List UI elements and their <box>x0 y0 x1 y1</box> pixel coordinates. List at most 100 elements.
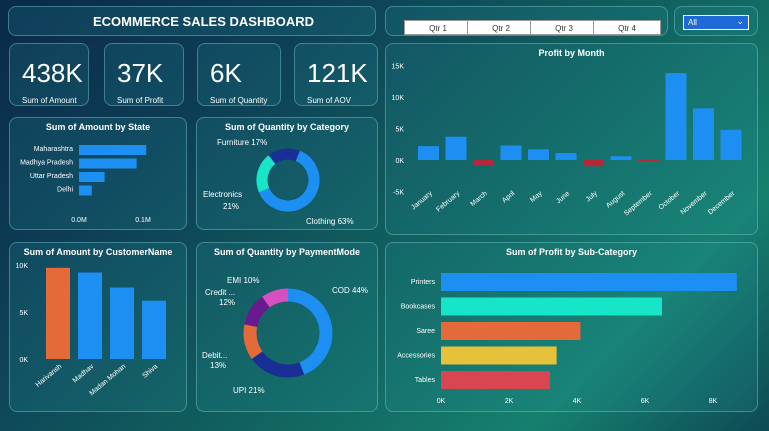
state-label-maharashtra: Maharashtra <box>34 146 73 153</box>
kpi-aov-value: 121K <box>307 58 368 88</box>
profit-by-month-chart: 15K 10K 5K 0K -5K January February March April Ma… <box>392 64 742 218</box>
kpi-amount-card: 438K Sum of Amount <box>9 43 89 106</box>
qtr1-button[interactable]: Qtr 1 <box>404 20 472 35</box>
chevron-down-icon: ⌄ <box>736 16 744 26</box>
kpi-quantity-value: 6K <box>210 58 242 88</box>
category-label-clothing: Clothing 63% <box>306 217 354 226</box>
month-bar-august <box>610 156 632 160</box>
kpi-amount-label: Sum of Amount <box>22 96 77 105</box>
state-bar-maharashtra <box>79 145 147 155</box>
month-ytick: -5K <box>393 190 404 197</box>
month-bar-july <box>583 160 604 167</box>
state-label-madhya-pradesh: Madhya Pradesh <box>20 160 73 167</box>
customer-label-shiva: Shiva <box>141 363 159 380</box>
subcategory-label-saree: Saree <box>416 328 435 335</box>
customer-bar-harivansh <box>46 267 70 359</box>
subcategory-xtick: 2K <box>505 398 514 405</box>
quantity-by-paymentmode-card: Sum of Quantity by PaymentMode COD 44% UP… <box>196 242 378 412</box>
kpi-quantity-label: Sum of Quantity <box>210 96 268 105</box>
month-label-july: July <box>585 190 599 204</box>
state-label-delhi: Delhi <box>57 187 73 194</box>
amount-by-state-chart: Maharashtra Madhya Pradesh Uttar Pradesh De… <box>20 145 151 224</box>
month-bar-september <box>638 160 659 161</box>
subcategory-xtick: 8K <box>709 398 718 405</box>
month-bar-february <box>445 136 467 160</box>
customer-label-madhav: Madhav <box>72 363 96 385</box>
customer-label-harivansh: Harivansh <box>35 363 64 389</box>
state-xtick: 0.1M <box>135 217 151 224</box>
payment-label-cod: COD 44% <box>332 286 368 295</box>
quantity-by-category-chart: Clothing 63% Electronics 21% Furniture 17% <box>203 138 354 226</box>
qtr3-button[interactable]: Qtr 3 <box>530 20 598 35</box>
month-ytick: 15K <box>392 64 405 71</box>
subcategory-bar-saree <box>441 322 581 340</box>
customer-bar-madhav <box>78 272 102 359</box>
month-label-february: February <box>435 190 461 214</box>
filter-value: All <box>688 18 697 27</box>
month-bar-january <box>418 146 439 160</box>
profit-by-subcategory-chart: Printers Bookcases Saree Accessories Tables 0… <box>397 273 737 405</box>
subcategory-bar-bookcases <box>441 297 662 316</box>
month-ytick: 10K <box>392 95 405 102</box>
month-label-august: August <box>605 190 626 209</box>
month-ytick: 0K <box>395 158 404 165</box>
payment-label-debit-pct: 13% <box>210 361 226 370</box>
customer-ytick: 5K <box>19 310 28 317</box>
subcategory-label-tables: Tables <box>415 377 436 384</box>
month-label-november: November <box>680 190 710 217</box>
amount-by-state-card: Sum of Amount by State Maharashtra Madhya… <box>9 117 187 230</box>
subcategory-bar-accessories <box>441 346 557 365</box>
customer-bar-shiva <box>142 300 166 359</box>
payment-label-credit-pct: 12% <box>219 298 235 307</box>
payment-label-upi: UPI 21% <box>233 386 265 395</box>
kpi-aov-card: 121K Sum of AOV <box>294 43 378 106</box>
kpi-profit-label: Sum of Profit <box>117 96 164 105</box>
qtr2-button[interactable]: Qtr 2 <box>467 20 535 35</box>
customer-bar-madan-mohan <box>110 287 134 359</box>
kpi-amount-value: 438K <box>22 58 83 88</box>
month-bar-december <box>720 129 742 160</box>
subcategory-bar-tables <box>441 371 550 389</box>
month-label-october: October <box>658 190 682 212</box>
month-bar-june <box>555 153 577 160</box>
page-title: ECOMMERCE SALES DASHBOARD <box>93 14 315 29</box>
amount-by-customer-card: Sum of Amount by CustomerName 10K 5K 0K Har… <box>9 242 187 412</box>
month-label-march: March <box>469 190 488 208</box>
quarter-slicer: Qtr 1 Qtr 2 Qtr 3 Qtr 4 <box>385 6 668 36</box>
month-ytick: 5K <box>395 127 404 134</box>
month-label-december: December <box>707 190 737 217</box>
category-label-electronics-pct: 21% <box>223 202 239 211</box>
subcategory-xtick: 0K <box>437 398 446 405</box>
customer-ytick: 0K <box>19 357 28 364</box>
subcategory-label-printers: Printers <box>411 279 436 286</box>
month-bar-november <box>693 108 714 160</box>
kpi-profit-card: 37K Sum of Profit <box>104 43 184 106</box>
subcategory-label-bookcases: Bookcases <box>401 304 436 311</box>
month-label-june: June <box>555 190 571 205</box>
month-label-january: January <box>410 190 434 212</box>
profit-by-month-card: Profit by Month 15K 10K 5K 0K -5K January Febr… <box>385 43 758 235</box>
payment-label-credit: Credit ... <box>205 288 235 297</box>
header-card: ECOMMERCE SALES DASHBOARD <box>8 6 376 36</box>
month-label-april: April <box>501 190 517 205</box>
state-bar-delhi <box>79 185 92 196</box>
month-label-september: September <box>623 190 654 218</box>
kpi-quantity-card: 6K Sum of Quantity <box>197 43 281 106</box>
payment-label-debit: Debit... <box>202 351 227 360</box>
quantity-by-category-card: Sum of Quantity by Category Clothing 63%… <box>196 117 378 230</box>
month-bar-march <box>473 160 494 166</box>
month-bar-april <box>500 145 522 160</box>
subcategory-label-accessories: Accessories <box>397 353 435 360</box>
payment-label-emi: EMI 10% <box>227 276 259 285</box>
subcategory-xtick: 6K <box>641 398 650 405</box>
qtr4-button[interactable]: Qtr 4 <box>593 20 661 35</box>
month-bar-october <box>665 73 687 160</box>
state-label-uttar-pradesh: Uttar Pradesh <box>30 173 73 180</box>
state-xtick: 0.0M <box>71 217 87 224</box>
state-bar-uttar-pradesh <box>79 172 105 182</box>
month-bar-may <box>528 149 549 160</box>
month-label-may: May <box>529 190 544 204</box>
filter-dropdown[interactable]: All ⌄ <box>683 15 749 30</box>
subcategory-bar-printers <box>441 273 737 291</box>
quantity-by-paymentmode-chart: COD 44% UPI 21% Debit...13% Credit ...12% EM… <box>202 276 368 395</box>
